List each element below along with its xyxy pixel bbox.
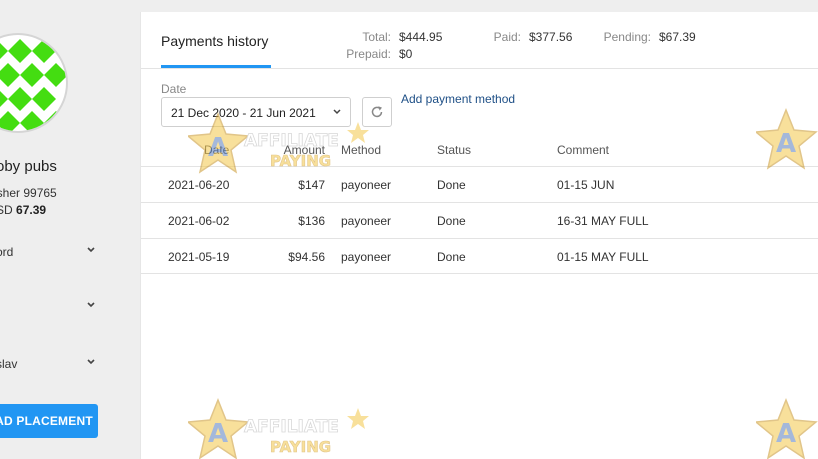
- cell-method: payoneer: [341, 214, 392, 228]
- prepaid-value: $0: [399, 47, 413, 61]
- date-range-select[interactable]: 21 Dec 2020 - 21 Jun 2021: [161, 97, 351, 127]
- avatar[interactable]: [0, 33, 68, 133]
- sidebar-menu-item-2[interactable]: [0, 298, 98, 318]
- refresh-icon: [371, 106, 383, 118]
- chevron-down-icon: [333, 109, 341, 115]
- publisher-id: isher 99765: [0, 186, 57, 200]
- paid-label: Paid:: [493, 30, 521, 44]
- chevron-down-icon: [87, 247, 95, 253]
- sidebar-menu-item-1[interactable]: ord: [0, 243, 98, 263]
- pending-label: Pending:: [603, 30, 651, 44]
- cell-date: 2021-05-19: [168, 250, 230, 264]
- sidebar-menu-label: ord: [0, 245, 14, 259]
- balance-prefix: SD: [0, 203, 13, 217]
- column-header-amount[interactable]: Amount: [265, 143, 325, 157]
- date-filter-label: Date: [161, 82, 187, 96]
- identicon-icon: [0, 39, 66, 131]
- column-header-comment[interactable]: Comment: [557, 143, 609, 157]
- refresh-button[interactable]: [362, 97, 392, 127]
- sidebar: oby pubs isher 99765 SD 67.39 ord slav A…: [0, 0, 140, 459]
- cell-comment: 01-15 JUN: [557, 178, 615, 192]
- payments-panel: Payments history Total: $444.95 Prepaid:…: [140, 12, 818, 459]
- cell-comment: 01-15 MAY FULL: [557, 250, 649, 264]
- column-header-status[interactable]: Status: [437, 143, 471, 157]
- chevron-down-icon: [87, 359, 95, 365]
- sidebar-menu-item-3[interactable]: slav: [0, 355, 98, 375]
- column-header-method[interactable]: Method: [341, 143, 381, 157]
- cell-method: payoneer: [341, 178, 392, 192]
- cell-amount: $94.56: [288, 250, 325, 264]
- row-divider: [141, 202, 818, 203]
- date-range-value: 21 Dec 2020 - 21 Jun 2021: [171, 106, 316, 120]
- column-header-date[interactable]: Date: [204, 143, 229, 157]
- cell-status: Done: [437, 178, 466, 192]
- chevron-down-icon: [87, 302, 95, 308]
- balance-value: 67.39: [16, 203, 47, 217]
- table-header-divider: [141, 166, 818, 167]
- cell-date: 2021-06-20: [168, 178, 230, 192]
- cell-method: payoneer: [341, 250, 392, 264]
- total-value: $444.95: [399, 30, 443, 44]
- prepaid-label: Prepaid:: [346, 47, 391, 61]
- cell-comment: 16-31 MAY FULL: [557, 214, 649, 228]
- cell-status: Done: [437, 250, 466, 264]
- cell-status: Done: [437, 214, 466, 228]
- balance: SD 67.39: [0, 203, 46, 217]
- cell-amount: $147: [298, 178, 325, 192]
- cell-date: 2021-06-02: [168, 214, 230, 228]
- cell-amount: $136: [298, 214, 325, 228]
- sidebar-menu-label: slav: [0, 357, 18, 371]
- total-label: Total:: [362, 30, 391, 44]
- row-divider: [141, 238, 818, 239]
- add-payment-method-link[interactable]: Add payment method: [401, 92, 515, 106]
- row-divider: [141, 273, 818, 274]
- tab-payments-history[interactable]: Payments history: [161, 33, 268, 49]
- add-placement-button[interactable]: AD PLACEMENT: [0, 404, 98, 438]
- user-name: oby pubs: [0, 158, 57, 175]
- pending-value: $67.39: [659, 30, 696, 44]
- divider: [141, 68, 818, 69]
- paid-value: $377.56: [529, 30, 573, 44]
